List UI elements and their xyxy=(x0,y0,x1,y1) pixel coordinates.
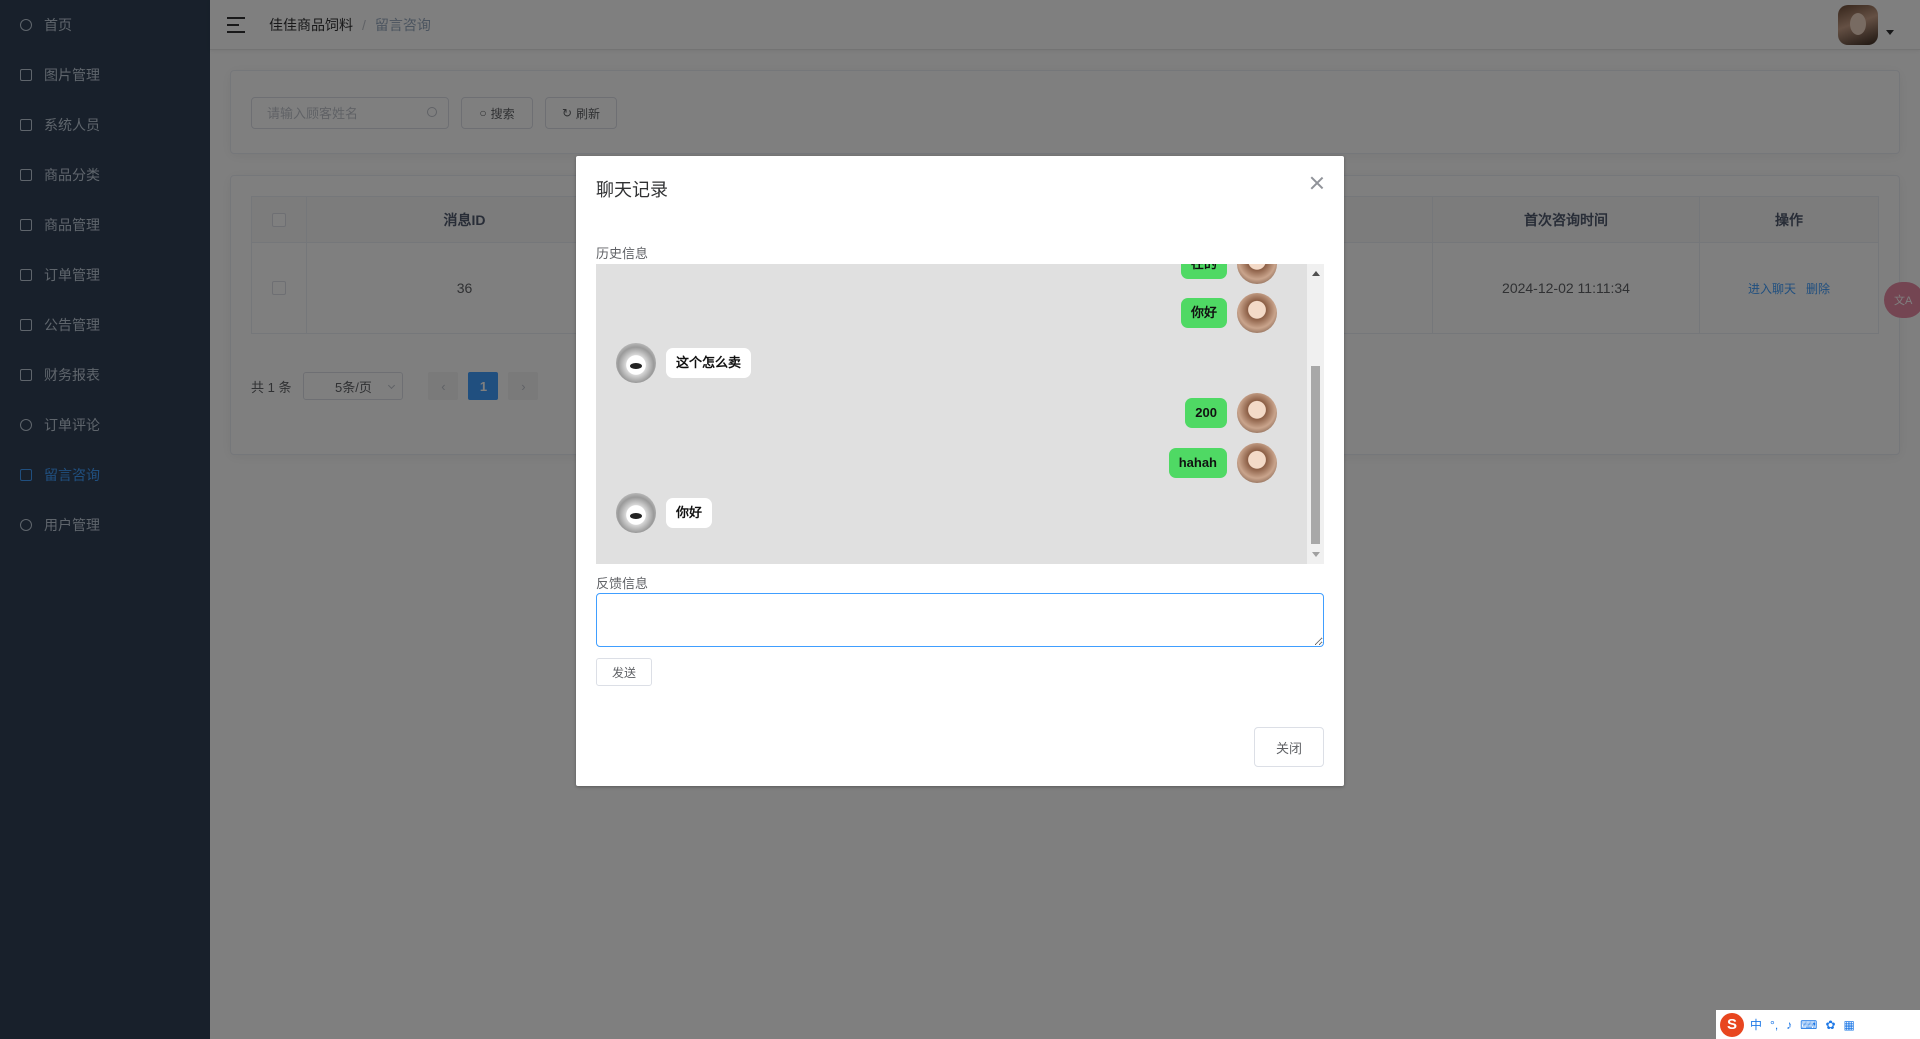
staff-avatar xyxy=(1237,443,1277,483)
ime-language-toggle[interactable]: 中 xyxy=(1750,1016,1762,1033)
chat-history-panel[interactable]: 在的 你好 这个怎么卖 200 hahah 你好 xyxy=(596,264,1324,564)
message-bubble: hahah xyxy=(1168,448,1227,478)
close-icon[interactable] xyxy=(1310,176,1324,190)
message-bubble: 在的 xyxy=(1180,264,1227,279)
chat-message-left: 你好 xyxy=(616,493,713,533)
feedback-label: 反馈信息 xyxy=(596,576,649,591)
message-bubble: 你好 xyxy=(1180,298,1227,328)
punctuation-icon[interactable]: °, xyxy=(1770,1018,1778,1032)
feedback-textarea[interactable] xyxy=(596,593,1324,647)
history-label: 历史信息 xyxy=(596,246,649,261)
chat-message-left: 这个怎么卖 xyxy=(616,343,752,383)
staff-avatar xyxy=(1237,293,1277,333)
skin-icon[interactable]: ✿ xyxy=(1825,1018,1835,1032)
staff-avatar xyxy=(1237,393,1277,433)
chat-message-right: 在的 xyxy=(1180,264,1277,284)
message-bubble: 这个怎么卖 xyxy=(666,348,752,378)
chat-message-right: hahah xyxy=(1168,443,1277,483)
chat-message-right: 200 xyxy=(1185,393,1277,433)
message-bubble: 你好 xyxy=(666,498,713,528)
customer-avatar xyxy=(616,493,656,533)
ime-toolbar: S 中 °, ♪ ⌨ ✿ ▦ xyxy=(1716,1010,1920,1039)
chat-history-dialog: 聊天记录 历史信息 在的 你好 这个怎么卖 200 hahah 你好 xyxy=(576,156,1344,786)
dialog-title: 聊天记录 xyxy=(596,180,668,200)
scroll-down-icon[interactable] xyxy=(1312,552,1320,557)
microphone-icon[interactable]: ♪ xyxy=(1786,1018,1792,1032)
message-bubble: 200 xyxy=(1185,398,1227,428)
customer-avatar xyxy=(616,343,656,383)
chat-scrollbar[interactable] xyxy=(1307,264,1324,564)
send-button[interactable]: 发送 xyxy=(596,658,652,686)
scroll-up-icon[interactable] xyxy=(1312,271,1320,276)
chat-message-right: 你好 xyxy=(1180,293,1277,333)
scrollbar-thumb[interactable] xyxy=(1311,366,1320,544)
staff-avatar xyxy=(1237,264,1277,284)
ime-logo-icon[interactable]: S xyxy=(1720,1012,1744,1037)
keyboard-icon[interactable]: ⌨ xyxy=(1800,1018,1817,1032)
apps-grid-icon[interactable]: ▦ xyxy=(1844,1018,1855,1032)
close-button[interactable]: 关闭 xyxy=(1254,727,1324,767)
